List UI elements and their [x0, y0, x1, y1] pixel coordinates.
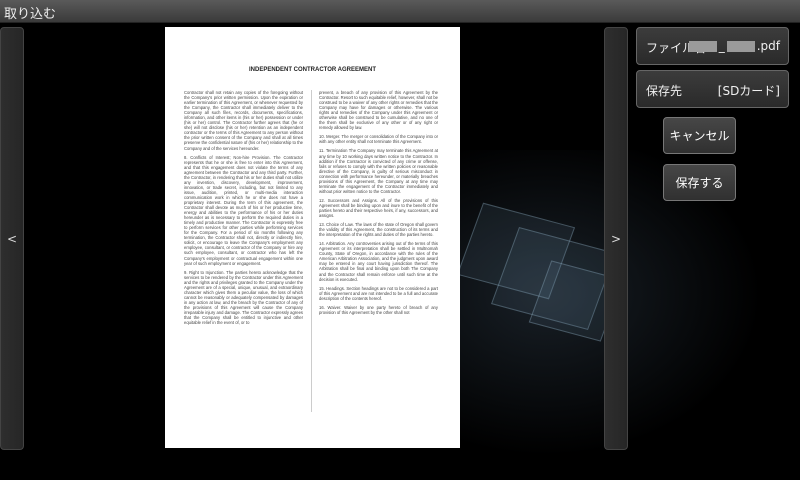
destination-field[interactable]: 保存先 [SDカード] — [636, 70, 789, 108]
document-paragraph: 13. Choice of Law. The laws of the state… — [319, 222, 438, 238]
document-paragraph: 16. Waiver. Waiver by one party hereto o… — [319, 304, 438, 315]
destination-value: [SDカード] — [717, 84, 780, 98]
document-paragraph: Contractor shall not retain any copies o… — [184, 90, 303, 151]
filename-extension: .pdf — [756, 39, 780, 53]
save-button[interactable]: 保存する — [663, 164, 736, 201]
filename-field[interactable]: ファイル名 _ .pdf — [636, 27, 789, 65]
document-paragraph: 12. Successors and Assigns. All of the p… — [319, 197, 438, 219]
title-bar: 取り込む — [0, 0, 800, 23]
document-left-column: Contractor shall not retain any copies o… — [184, 90, 303, 329]
document-paragraph: 9. Right to Injunction. The parties here… — [184, 269, 303, 326]
redacted-text — [726, 41, 755, 52]
app-title: 取り込む — [4, 7, 57, 22]
filename-separator: _ — [718, 39, 725, 53]
next-page-button[interactable]: > — [604, 27, 628, 450]
chevron-left-icon: < — [6, 231, 18, 246]
document-paragraph: 14. Arbitration. Any controversies arisi… — [319, 241, 438, 282]
previous-page-button[interactable]: < — [0, 27, 24, 450]
filename-value: _ .pdf — [687, 39, 780, 53]
save-button-label: 保存する — [675, 176, 724, 190]
destination-label: 保存先 — [646, 84, 683, 98]
cancel-button[interactable]: キャンセル — [663, 117, 736, 154]
document-paragraph: 8. Conflicts of Interest; Non-hire Provi… — [184, 154, 303, 266]
document-paragraph: 10. Merger. The merger or consolidation … — [319, 134, 438, 145]
chevron-right-icon: > — [610, 231, 622, 246]
document-paragraph: 15. Headings. Section headings are not t… — [319, 285, 438, 301]
redacted-text — [688, 41, 717, 52]
cancel-button-label: キャンセル — [669, 129, 730, 143]
document-paragraph: 11. Termination The Company may terminat… — [319, 148, 438, 194]
column-divider — [311, 90, 312, 412]
document-paragraph: prevent, a breach of any provision of th… — [319, 90, 438, 131]
document-preview: INDEPENDENT CONTRACTOR AGREEMENT Contrac… — [165, 27, 460, 448]
document-right-column: prevent, a breach of any provision of th… — [319, 90, 438, 319]
document-title: INDEPENDENT CONTRACTOR AGREEMENT — [248, 67, 376, 73]
